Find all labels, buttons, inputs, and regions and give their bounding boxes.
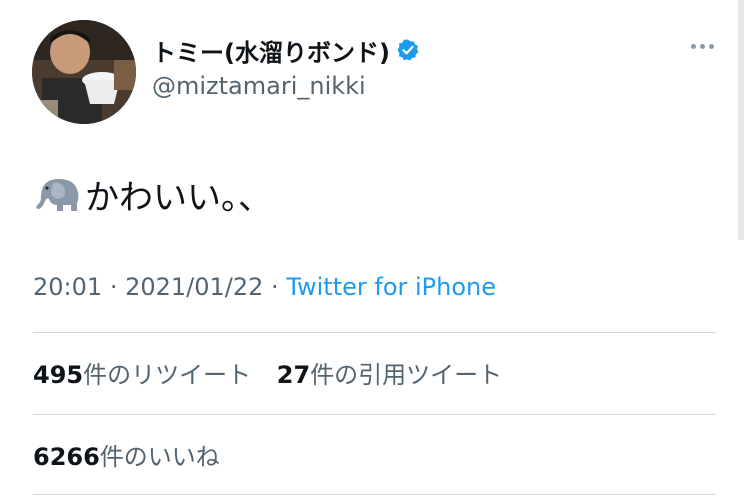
quotes-stat[interactable]: 27件の引用ツイート [277, 361, 502, 389]
divider [33, 414, 716, 415]
verified-badge-icon [397, 39, 419, 61]
more-dot [700, 44, 705, 49]
tweet-text: かわいい。、 [33, 170, 272, 219]
elephant-emoji-icon [36, 178, 79, 211]
quotes-label: 件の引用ツイート [310, 361, 503, 389]
likes-stat[interactable]: 6266件のいいね [33, 437, 220, 472]
retweets-stat[interactable]: 495件のリツイート [33, 361, 251, 389]
more-dot [691, 44, 696, 49]
more-dot [709, 44, 714, 49]
more-options-icon[interactable] [691, 44, 714, 49]
author-handle[interactable]: @miztamari_nikki [152, 72, 366, 100]
tweet-date[interactable]: 2021/01/22 [125, 273, 263, 301]
meta-separator: · [271, 273, 287, 301]
divider [33, 332, 716, 333]
tweet-source-link[interactable]: Twitter for iPhone [286, 273, 496, 301]
meta-separator: · [109, 273, 126, 301]
likes-count: 6266 [33, 443, 100, 471]
quotes-count: 27 [276, 361, 311, 389]
engagement-stats-row: 495件のリツイート 27件の引用ツイート [33, 355, 520, 390]
author-name-row[interactable]: トミー(水溜りボンド) [152, 30, 420, 70]
retweets-count: 495 [33, 361, 84, 389]
profile-photo-icon [32, 20, 136, 124]
author-avatar[interactable] [32, 20, 136, 124]
divider [33, 494, 716, 495]
likes-label: 件のいいね [99, 443, 220, 471]
retweets-label: 件のリツイート [83, 361, 252, 389]
tweet-meta: 20:01 · 2021/01/22 · Twitter for iPhone [33, 273, 496, 301]
tweet-text-content: かわいい。、 [85, 178, 272, 218]
tweet-time[interactable]: 20:01 [33, 273, 102, 301]
author-display-name[interactable]: トミー(水溜りボンド) [152, 33, 390, 68]
scrollbar-edge [738, 0, 744, 240]
